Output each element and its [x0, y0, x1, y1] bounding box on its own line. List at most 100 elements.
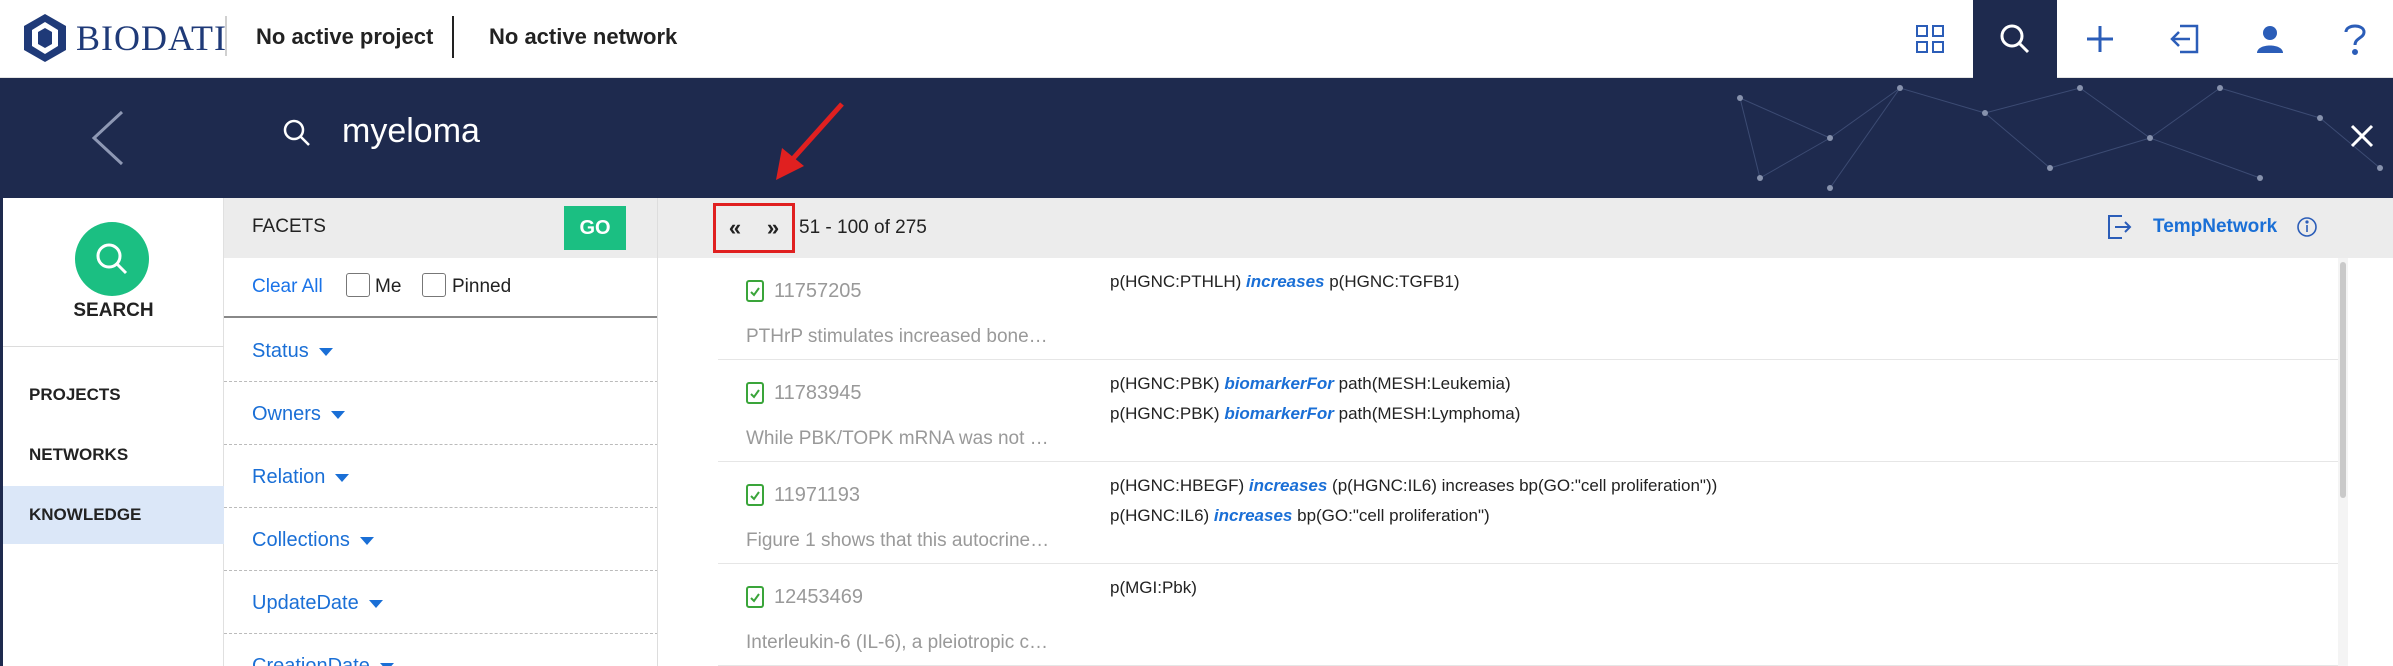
nav-item-knowledge[interactable]: KNOWLEDGE [3, 486, 224, 544]
results-scrollbar-thumb[interactable] [2340, 262, 2346, 498]
close-icon[interactable] [2350, 124, 2374, 153]
facet-label: UpdateDate [252, 592, 359, 614]
logo-text: BIODATI [76, 18, 227, 58]
document-icon [746, 280, 764, 307]
facet-collections[interactable]: Collections [224, 509, 657, 571]
clear-all-link[interactable]: Clear All [252, 276, 323, 298]
caret-down-icon [330, 410, 345, 419]
statement[interactable]: p(MGI:Pbk) [1110, 578, 1197, 598]
statement[interactable]: p(HGNC:PBK) biomarkerFor path(MESH:Leuke… [1110, 374, 1511, 394]
pagination-controls: « » [713, 203, 795, 253]
facet-owners[interactable]: Owners [224, 383, 657, 445]
statement-object: p(HGNC:TGFB1) [1329, 272, 1460, 291]
document-icon [746, 382, 764, 409]
document-icon [746, 586, 764, 613]
facet-creationdate[interactable]: CreationDate [224, 635, 657, 666]
statement-relation: biomarkerFor [1224, 404, 1334, 423]
facet-filters-row: Clear All Me Pinned [224, 258, 657, 318]
statement-subject: p(HGNC:PBK) [1110, 404, 1220, 423]
caret-down-icon [359, 536, 374, 545]
facet-status[interactable]: Status [224, 320, 657, 382]
search-nav-label: SEARCH [73, 300, 154, 321]
result-pmid[interactable]: 12453469 [774, 586, 863, 609]
result-pmid[interactable]: 11757205 [774, 280, 862, 303]
statement-subject: p(HGNC:PTHLH) [1110, 272, 1242, 291]
divider [225, 16, 227, 56]
result-pmid[interactable]: 11971193 [774, 484, 860, 507]
results-toolbar: « » 51 - 100 of 275 TempNetwork [658, 198, 2393, 258]
document-icon [746, 484, 764, 511]
nav-item-projects[interactable]: PROJECTS [3, 366, 224, 424]
facet-updatedate[interactable]: UpdateDate [224, 572, 657, 634]
statement-object: path(MESH:Leukemia) [1338, 374, 1511, 393]
statement-relation: increases [1213, 506, 1293, 525]
statement-object: bp(GO:"cell proliferation") [1297, 506, 1490, 525]
search-query-input[interactable]: myeloma [342, 112, 480, 151]
result-excerpt: Interleukin-6 (IL-6), a pleiotropic c… [746, 632, 1049, 653]
biodati-logo[interactable]: BIODATI [20, 10, 227, 66]
result-pmid[interactable]: 11783945 [774, 382, 862, 405]
statement-object: (p(HGNC:IL6) increases bp(GO:"cell proli… [1332, 476, 1718, 495]
help-icon[interactable] [2313, 0, 2393, 78]
statement[interactable]: p(HGNC:HBEGF) increases (p(HGNC:IL6) inc… [1110, 476, 1717, 496]
next-page-button[interactable]: » [767, 215, 779, 241]
go-button[interactable]: GO [564, 206, 626, 250]
active-project-label[interactable]: No active project [256, 24, 433, 50]
facet-label: CreationDate [252, 655, 370, 666]
facets-panel: FACETS GO Clear All Me Pinned Status Own… [224, 198, 658, 666]
info-icon[interactable] [2296, 216, 2318, 243]
plus-icon[interactable] [2058, 0, 2142, 78]
search-nav-button[interactable] [75, 222, 149, 296]
statement[interactable]: p(HGNC:IL6) increases bp(GO:"cell prolif… [1110, 506, 1490, 526]
result-row[interactable]: 11783945 While PBK/TOPK mRNA was not … p… [718, 360, 2338, 462]
statement-subject: p(HGNC:HBEGF) [1110, 476, 1245, 495]
facets-header: FACETS GO [224, 198, 657, 258]
search-icon [282, 118, 312, 153]
facet-relation[interactable]: Relation [224, 446, 657, 508]
statement-relation: increases [1246, 272, 1325, 291]
result-row[interactable]: 11757205 PTHrP stimulates increased bone… [718, 258, 2338, 360]
pinned-checkbox[interactable] [422, 273, 446, 297]
facet-label: Relation [252, 466, 326, 488]
statement[interactable]: p(HGNC:PBK) biomarkerFor path(MESH:Lymph… [1110, 404, 1520, 424]
statement-relation: increases [1248, 476, 1328, 495]
statement-subject: p(HGNC:PBK) [1110, 374, 1220, 393]
search-icon [96, 243, 128, 275]
network-pattern-decoration [1737, 85, 2383, 191]
facet-label: Owners [252, 403, 321, 425]
export-icon[interactable] [2106, 214, 2132, 245]
results-list: 11757205 PTHrP stimulates increased bone… [718, 258, 2338, 666]
statement-subject: p(HGNC:IL6) [1110, 506, 1210, 525]
search-banner: myeloma [0, 78, 2393, 198]
user-icon[interactable] [2228, 0, 2312, 78]
temp-network-link[interactable]: TempNetwork [2153, 216, 2277, 238]
top-bar: BIODATI No active project No active netw… [0, 0, 2393, 78]
pinned-checkbox-label: Pinned [452, 276, 512, 297]
logo-icon [24, 14, 66, 62]
search-icon[interactable] [1973, 0, 2057, 78]
previous-page-button[interactable]: « [729, 215, 741, 241]
result-row[interactable]: 12453469 Interleukin-6 (IL-6), a pleiotr… [718, 564, 2338, 666]
statement[interactable]: p(HGNC:PTHLH) increases p(HGNC:TGFB1) [1110, 272, 1460, 292]
caret-down-icon [318, 347, 333, 356]
result-excerpt: Figure 1 shows that this autocrine… [746, 530, 1050, 551]
nav-item-networks[interactable]: NETWORKS [3, 426, 224, 484]
annotation-arrow [776, 102, 844, 180]
import-icon[interactable] [2143, 0, 2227, 78]
statement-subject: p(MGI:Pbk) [1110, 578, 1197, 597]
left-nav: SEARCH PROJECTS NETWORKS KNOWLEDGE [0, 198, 224, 666]
grid-icon[interactable] [1888, 0, 1972, 78]
result-excerpt: While PBK/TOPK mRNA was not … [746, 428, 1049, 449]
active-network-label[interactable]: No active network [489, 24, 677, 50]
caret-down-icon [335, 473, 350, 482]
divider [452, 16, 454, 58]
result-row[interactable]: 11971193 Figure 1 shows that this autocr… [718, 462, 2338, 564]
result-range: 51 - 100 of 275 [799, 217, 927, 238]
me-checkbox[interactable] [346, 273, 370, 297]
statement-object: path(MESH:Lymphoma) [1338, 404, 1521, 423]
me-checkbox-label: Me [375, 276, 402, 297]
result-excerpt: PTHrP stimulates increased bone… [746, 326, 1048, 347]
facet-label: Collections [252, 529, 350, 551]
back-arrow-icon[interactable] [90, 110, 126, 171]
facets-title: FACETS [252, 216, 326, 237]
